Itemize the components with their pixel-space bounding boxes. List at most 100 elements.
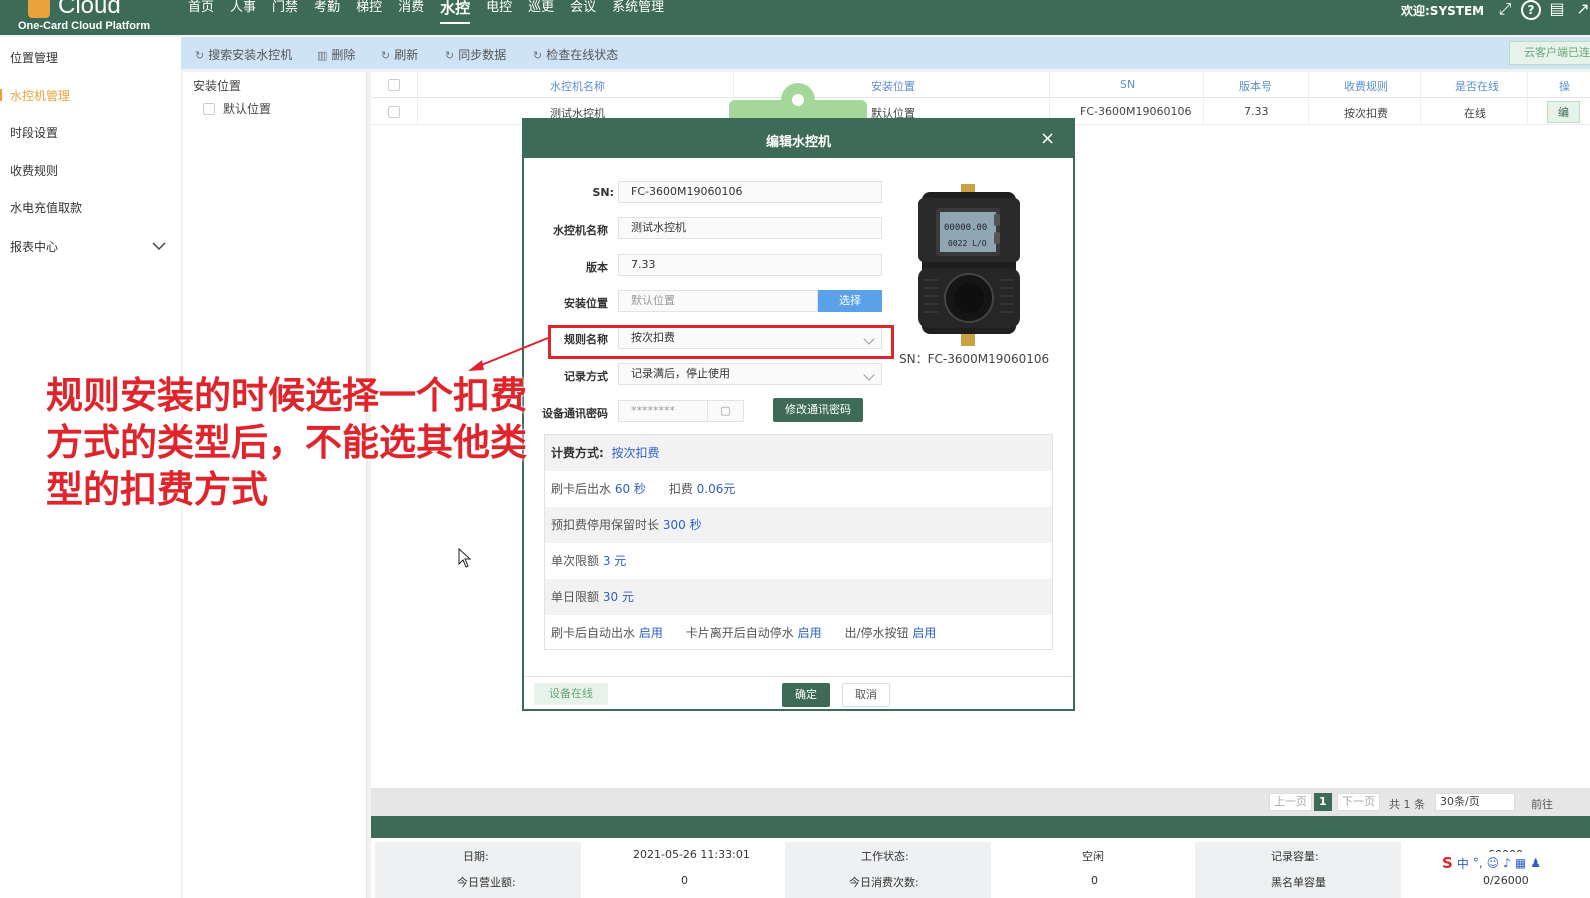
daily-limit-row: 单日限额 30 元 [545, 579, 1052, 615]
sidebar-item-time-period[interactable]: 时段设置 [10, 124, 58, 141]
edit-button[interactable]: 编 [1547, 101, 1580, 123]
ime-user-icon[interactable]: ♟ [1530, 856, 1541, 870]
column-divider [417, 72, 418, 125]
chevron-down-icon[interactable] [152, 239, 166, 253]
top-icons: ⤢ ? ▤ ↗ [1495, 0, 1590, 20]
device-screen-line-1: 00000.00 [944, 223, 987, 233]
tree-node[interactable]: 默认位置 [203, 100, 271, 117]
col-header-actions: 操 [1559, 80, 1570, 93]
nav-item-home[interactable]: 首页 [188, 0, 214, 20]
password-value: ******** [631, 404, 675, 417]
ime-emoji-icon[interactable]: ☺ [1487, 856, 1500, 870]
welcome-text: 欢迎:SYSTEM [1401, 4, 1485, 18]
device-name-field[interactable]: 测试水控机 [618, 217, 882, 239]
logo[interactable]: Cloud One-Card Cloud Platform [14, 0, 164, 35]
auto-stop-label: 卡片离开后自动停水 [685, 626, 794, 640]
logo-subtitle: One-Card Cloud Platform [18, 20, 151, 32]
col-header-sn[interactable]: SN [1120, 78, 1135, 91]
column-divider [1527, 72, 1528, 125]
sync-data-button[interactable]: ↻ 同步数据 [445, 46, 506, 63]
page-number-button[interactable]: 1 [1314, 793, 1332, 811]
ime-language[interactable]: 中 [1457, 855, 1469, 872]
close-icon[interactable]: × [1040, 128, 1055, 149]
col-header-name[interactable]: 水控机名称 [550, 78, 605, 94]
goto-label: 前往 [1531, 798, 1553, 811]
select-all-checkbox[interactable] [388, 79, 400, 91]
location-field[interactable]: 默认位置 [618, 290, 818, 312]
record-mode-select[interactable]: 记录满后，停止使用 [618, 363, 882, 385]
sidebar-item-water-device[interactable]: 水控机管理 [0, 87, 70, 104]
row-checkbox[interactable] [388, 106, 400, 118]
delete-button[interactable]: ▥ 删除 [317, 46, 355, 63]
prev-page-button[interactable]: 上一页 [1269, 793, 1312, 811]
sidebar-item-location[interactable]: 位置管理 [10, 49, 58, 66]
ime-keyboard-icon[interactable]: ▦ [1515, 856, 1526, 870]
search-install-button[interactable]: ↻ 搜索安装水控机 [195, 46, 292, 63]
next-page-button[interactable]: 下一页 [1337, 793, 1380, 811]
auto-water-value: 启用 [638, 626, 663, 640]
help-icon[interactable]: ? [1521, 0, 1541, 20]
logout-icon[interactable]: ↗ [1573, 0, 1590, 20]
water-time-row: 刷卡后出水 60 秒 扣费 0.06元 [545, 471, 1052, 507]
sidebar-item-fee-rules[interactable]: 收费规则 [10, 162, 58, 179]
nav-item-system[interactable]: 系统管理 [612, 0, 664, 20]
version-label: 版本 [586, 261, 608, 274]
device-screen-line-2: 0022 L/O [948, 239, 987, 248]
password-field[interactable]: ******** ▢ [618, 400, 744, 422]
col-header-online[interactable]: 是否在线 [1455, 78, 1499, 94]
nav-item-consumption[interactable]: 消费 [398, 0, 424, 20]
col-header-rule[interactable]: 收费规则 [1344, 78, 1388, 94]
billing-row: 计费方式: 按次扣费 [545, 435, 1052, 471]
nav-item-water[interactable]: 水控 [440, 0, 471, 24]
ime-punctuation-icon[interactable]: °, [1473, 856, 1483, 870]
ime-voice-icon[interactable]: ♪ [1503, 856, 1511, 870]
nav-item-attendance[interactable]: 考勤 [314, 0, 340, 20]
select-location-button[interactable]: 选择 [818, 290, 882, 312]
main-nav: 首页 人事 门禁 考勤 梯控 消费 水控 电控 巡更 会议 系统管理 [188, 0, 680, 24]
record-capacity-label: 记录容量: [1271, 850, 1319, 863]
logo-brand: Cloud [58, 0, 121, 19]
retention-value: 300 秒 [662, 518, 702, 532]
status-band [371, 816, 1590, 838]
cell-rule: 按次扣费 [1344, 107, 1388, 120]
consume-count-value: 0 [1091, 874, 1098, 887]
mouse-cursor-icon [458, 548, 472, 568]
revenue-label: 今日营业额: [457, 876, 516, 889]
retention-label: 预扣费停用保留时长 [551, 518, 660, 532]
check-online-button[interactable]: ↻ 检查在线状态 [533, 46, 618, 63]
ime-logo-icon[interactable]: S [1442, 854, 1453, 872]
refresh-button[interactable]: ↻ 刷新 [381, 46, 418, 63]
sn-field[interactable]: FC-3600M19060106 [618, 181, 882, 203]
auto-stop-value: 启用 [797, 626, 822, 640]
trash-icon: ▥ [317, 49, 328, 62]
tree-checkbox[interactable] [203, 102, 215, 115]
check-online-label: 检查在线状态 [546, 48, 619, 62]
daily-limit-value: 30 元 [602, 590, 634, 604]
delete-label: 删除 [331, 48, 356, 62]
change-password-button[interactable]: 修改通讯密码 [773, 398, 863, 422]
col-header-location[interactable]: 安装位置 [871, 78, 915, 94]
nav-item-electric[interactable]: 电控 [486, 0, 512, 20]
annotation-arrow-icon [468, 337, 549, 371]
col-header-version[interactable]: 版本号 [1239, 78, 1272, 94]
page-size-select[interactable]: 30条/页 [1435, 793, 1515, 811]
blacklist-label: 黑名单容量 [1271, 876, 1326, 889]
dialog-footer: 设备在线 确定 取消 [524, 676, 1073, 711]
version-field[interactable]: 7.33 [618, 254, 882, 276]
nav-item-access[interactable]: 门禁 [272, 0, 298, 20]
nav-item-patrol[interactable]: 巡更 [528, 0, 554, 20]
sidebar-item-recharge[interactable]: 水电充值取款 [10, 199, 82, 216]
language-icon[interactable]: ▤ [1547, 0, 1567, 20]
fullscreen-icon[interactable]: ⤢ [1495, 0, 1515, 20]
cell-online: 在线 [1464, 107, 1486, 120]
sidebar-item-reports[interactable]: 报表中心 [10, 238, 58, 255]
nav-item-meeting[interactable]: 会议 [570, 0, 596, 20]
dialog-title: 编辑水控机 [765, 135, 831, 150]
cancel-button[interactable]: 取消 [842, 683, 890, 707]
billing-label: 计费方式: [551, 446, 604, 460]
nav-item-hr[interactable]: 人事 [230, 0, 256, 20]
device-name-label: 水控机名称 [553, 224, 608, 237]
nav-item-elevator[interactable]: 梯控 [356, 0, 382, 20]
confirm-button[interactable]: 确定 [782, 683, 830, 707]
logo-mark-icon [28, 0, 50, 18]
